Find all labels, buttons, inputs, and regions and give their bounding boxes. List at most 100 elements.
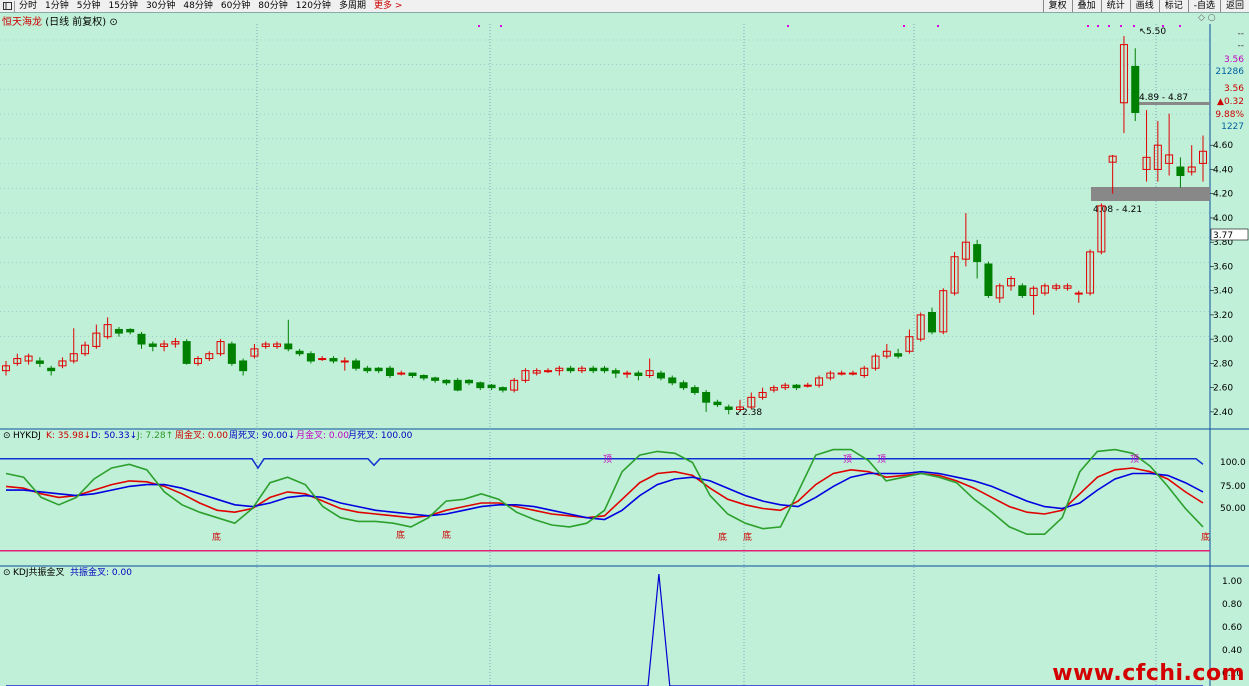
candle-body xyxy=(634,372,643,377)
candle-body xyxy=(600,367,609,372)
chart-area[interactable]: 4.60 4.40 4.20 4.00 3.80 3.60 3.40 3.20 … xyxy=(0,24,1249,686)
candle-body xyxy=(431,377,440,381)
candle-body xyxy=(1131,65,1140,113)
kdj-legend: ⊙ HYKDJ K: 35.98↓ D: 50.33↓ J: 7.28↑ 周金叉… xyxy=(3,429,413,441)
price-axis: 4.60 4.40 4.20 4.00 3.80 3.60 3.40 3.20 … xyxy=(1210,141,1233,418)
price-tick: 2.40 xyxy=(1213,408,1233,418)
kdj-collapse-icon[interactable]: ⊙ xyxy=(3,431,11,441)
period-tab-15min[interactable]: 15分钟 xyxy=(104,0,141,12)
candle-body xyxy=(385,367,394,377)
candle-body xyxy=(1074,292,1083,295)
candle-body xyxy=(476,382,485,389)
price-tick: 4.00 xyxy=(1213,214,1233,224)
high-price-label: 5.50 xyxy=(1146,27,1166,37)
signal-dot xyxy=(1162,25,1164,27)
period-tab-48min[interactable]: 48分钟 xyxy=(179,0,216,12)
back-button[interactable]: 返回 xyxy=(1219,0,1249,12)
price-tick: 3.20 xyxy=(1213,311,1233,321)
bottom-mark: 底 xyxy=(442,529,451,541)
candle-body xyxy=(623,372,632,375)
candle-body xyxy=(724,406,733,410)
gap-upper-label: 4.89 - 4.87 xyxy=(1139,93,1188,103)
candle-body xyxy=(408,372,417,377)
candle-body xyxy=(611,370,620,374)
period-tab-timeshare[interactable]: 分时 xyxy=(15,0,41,12)
price-tick: 3.40 xyxy=(1213,287,1233,297)
panel-toggle-icon[interactable] xyxy=(0,0,15,12)
period-tab-5min[interactable]: 5分钟 xyxy=(73,0,105,12)
signal-dot xyxy=(1097,25,1099,27)
candle-body xyxy=(284,343,293,350)
candle-body xyxy=(137,333,146,345)
week-death-cross: 周死叉: 90.00↓ xyxy=(229,430,295,441)
candle-body xyxy=(453,379,462,391)
statistics-button[interactable]: 统计 xyxy=(1100,0,1130,12)
candle-body xyxy=(487,384,496,389)
adjust-button[interactable]: 复权 xyxy=(1042,0,1072,12)
bottom-mark: 底 xyxy=(743,531,752,543)
candle-body xyxy=(848,372,857,375)
candle-body xyxy=(544,370,553,373)
kdj-tick: 100.0 xyxy=(1220,458,1246,468)
candle-body xyxy=(374,367,383,372)
bottom-mark: 底 xyxy=(718,531,727,543)
watchlist-button[interactable]: -自选 xyxy=(1187,0,1220,12)
signal-dot xyxy=(787,25,789,27)
signal-dots xyxy=(478,25,1181,27)
candle-body xyxy=(148,343,157,347)
candle-body xyxy=(464,379,473,384)
period-tab-1min[interactable]: 1分钟 xyxy=(41,0,73,12)
low-price-label: 2.38 xyxy=(742,408,762,418)
bottom-mark: 底 xyxy=(1201,531,1210,543)
top-mark: 顶 xyxy=(1130,454,1139,465)
candle-body xyxy=(227,343,236,364)
candle-body xyxy=(1176,166,1185,177)
resonance-tick: 0.80 xyxy=(1222,600,1242,610)
overlay-button[interactable]: 叠加 xyxy=(1071,0,1101,12)
draw-line-button[interactable]: 画线 xyxy=(1129,0,1159,12)
signal-dot xyxy=(1120,25,1122,27)
top-mark: 顶 xyxy=(603,454,612,465)
candle-body xyxy=(679,382,688,389)
kdj-marks: 顶 顶 顶 顶 底 底 底 底 底 底 xyxy=(212,454,1210,543)
candle-body xyxy=(702,391,711,403)
candle-body xyxy=(792,384,801,389)
candle-body xyxy=(690,387,699,393)
period-tab-multi[interactable]: 多周期 xyxy=(335,0,370,12)
period-tab-120min[interactable]: 120分钟 xyxy=(292,0,335,12)
cursor-price: 3.77 xyxy=(1213,231,1233,241)
more-periods-link[interactable]: 更多 > xyxy=(370,0,406,12)
kdj-tick: 75.00 xyxy=(1220,482,1246,492)
candle-body xyxy=(498,387,507,391)
candle-body xyxy=(668,377,677,384)
resonance-collapse-icon[interactable]: ⊙ xyxy=(3,568,11,578)
price-tick: 2.60 xyxy=(1213,384,1233,394)
signal-dot xyxy=(1087,25,1089,27)
scroll-arrows[interactable]: ◇ ○ xyxy=(1198,13,1216,23)
signal-dot xyxy=(500,25,502,27)
grid-lines xyxy=(0,24,1210,686)
period-tab-60min[interactable]: 60分钟 xyxy=(217,0,254,12)
top-mark: 顶 xyxy=(843,454,852,465)
info-value: 9.88% xyxy=(1215,110,1244,120)
period-tab-80min[interactable]: 80分钟 xyxy=(254,0,291,12)
price-tick: 4.40 xyxy=(1213,165,1233,175)
mark-button[interactable]: 标记 xyxy=(1158,0,1188,12)
candle-body xyxy=(927,311,936,333)
signal-dot xyxy=(478,25,480,27)
candle-body xyxy=(837,372,846,375)
price-tick: 3.60 xyxy=(1213,262,1233,272)
bottom-mark: 底 xyxy=(396,529,405,541)
candle-body xyxy=(340,360,349,363)
candle-body xyxy=(803,384,812,387)
candle-body xyxy=(239,360,248,372)
candle-body xyxy=(126,328,135,333)
signal-dot xyxy=(937,25,939,27)
signal-dot xyxy=(1108,25,1110,27)
period-tab-30min[interactable]: 30分钟 xyxy=(142,0,179,12)
candle-body xyxy=(442,379,451,384)
candle-body xyxy=(713,401,722,406)
gap-zone-lower xyxy=(1091,187,1210,201)
candle-body xyxy=(894,353,903,357)
info-value: 3.56 xyxy=(1224,55,1244,65)
